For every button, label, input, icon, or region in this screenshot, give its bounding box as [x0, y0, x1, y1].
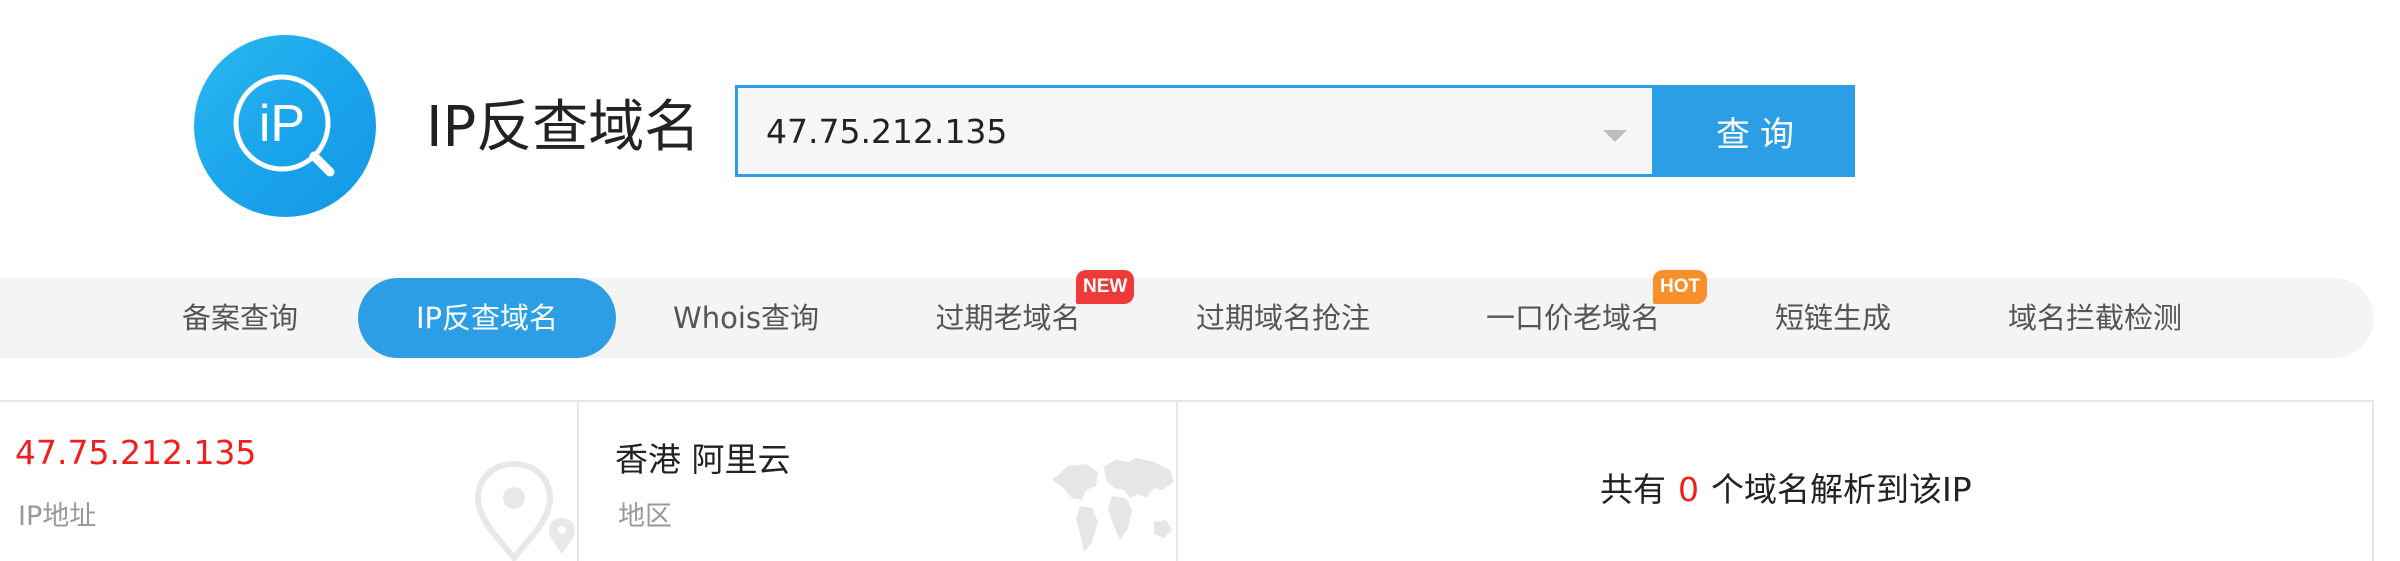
summary-suffix: 个域名解析到该IP: [1711, 470, 1972, 509]
nav-item-expired-domains[interactable]: 过期老域名: [935, 278, 1080, 358]
nav-item-ip-reverse[interactable]: IP反查域名: [358, 278, 616, 358]
logo: iP: [194, 35, 376, 217]
world-map-icon: [1052, 458, 1174, 552]
summary-prefix: 共有: [1600, 470, 1666, 509]
ip-address-value: 47.75.212.135: [15, 433, 257, 472]
page-title: IP反查域名: [426, 95, 701, 160]
page: iP IP反查域名 查询 备案查询 IP反查域名 Whois查询 过期老域名 过…: [0, 0, 2400, 561]
nav-item-beian[interactable]: 备案查询: [182, 278, 298, 358]
info-panel: [0, 400, 2374, 561]
nav-item-whois[interactable]: Whois查询: [673, 278, 819, 358]
hot-badge: HOT: [1653, 270, 1708, 304]
location-pin-icon: [474, 460, 575, 561]
new-badge: NEW: [1076, 270, 1135, 304]
nav-item-fixed-price-domains[interactable]: 一口价老域名: [1486, 278, 1660, 358]
search-box: [735, 85, 1655, 177]
dropdown-arrow-icon[interactable]: [1603, 130, 1627, 142]
region-label: 地区: [618, 501, 672, 532]
nav-item-short-link[interactable]: 短链生成: [1775, 278, 1891, 358]
nav-item-domain-block-check[interactable]: 域名拦截检测: [2008, 278, 2182, 358]
query-button[interactable]: 查询: [1655, 85, 1855, 177]
column-divider: [1176, 400, 1178, 561]
logo-text: iP: [259, 95, 305, 153]
domain-count-summary: 共有 0 个域名解析到该IP: [1600, 463, 1972, 511]
domain-count: 0: [1678, 470, 1699, 509]
nav-item-domain-backorder[interactable]: 过期域名抢注: [1196, 278, 1370, 358]
ip-magnifier-icon: iP: [233, 74, 335, 177]
ip-search-input[interactable]: [738, 88, 1578, 174]
ip-address-label: IP地址: [18, 501, 97, 532]
region-value: 香港 阿里云: [615, 440, 791, 479]
